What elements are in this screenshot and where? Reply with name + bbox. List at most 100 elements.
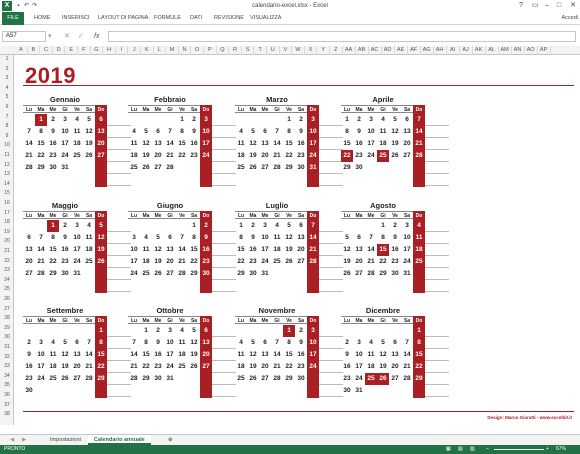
tab-view[interactable]: VISUALIZZA [246, 12, 285, 25]
calendar-day[interactable]: 18 [377, 138, 389, 150]
calendar-day[interactable]: 10 [307, 337, 319, 349]
calendar-day[interactable]: 21 [271, 361, 283, 373]
calendar-day[interactable]: 28 [307, 256, 319, 268]
calendar-day[interactable]: 23 [23, 373, 35, 385]
cancel-icon[interactable]: ✕ [64, 31, 70, 42]
calendar-day[interactable]: 16 [152, 349, 164, 361]
calendar-day[interactable]: 30 [59, 268, 71, 280]
calendar-day[interactable]: 16 [247, 244, 259, 256]
tab-formulas[interactable]: FORMULE [150, 12, 185, 25]
calendar-day[interactable]: 24 [35, 373, 47, 385]
calendar-day[interactable]: 17 [353, 361, 365, 373]
calendar-day[interactable]: 13 [401, 126, 413, 138]
column-header[interactable]: AH [434, 46, 447, 55]
calendar-day[interactable]: 29 [95, 373, 107, 385]
calendar-day[interactable]: 17 [307, 138, 319, 150]
calendar-day[interactable]: 8 [377, 232, 389, 244]
calendar-day[interactable]: 6 [23, 232, 35, 244]
calendar-day[interactable]: 7 [271, 126, 283, 138]
calendar-day[interactable]: 8 [341, 126, 353, 138]
calendar-day[interactable]: 4 [83, 220, 95, 232]
calendar-day[interactable]: 16 [188, 138, 200, 150]
calendar-day[interactable]: 23 [295, 361, 307, 373]
zoom-slider[interactable] [494, 449, 544, 450]
calendar-day[interactable]: 30 [247, 268, 259, 280]
calendar-day[interactable]: 10 [164, 337, 176, 349]
tab-page-layout[interactable]: LAYOUT DI PAGINA [94, 12, 152, 25]
calendar-day[interactable]: 22 [95, 361, 107, 373]
row-header[interactable]: 29 [0, 324, 14, 334]
row-header[interactable]: 13 [0, 170, 14, 180]
calendar-day[interactable]: 14 [23, 138, 35, 150]
calendar-day[interactable]: 9 [295, 126, 307, 138]
column-header[interactable]: P [204, 46, 217, 55]
calendar-day[interactable]: 31 [401, 268, 413, 280]
row-header[interactable]: 5 [0, 93, 14, 103]
calendar-day[interactable]: 7 [164, 126, 176, 138]
row-header[interactable]: 36 [0, 391, 14, 401]
calendar-day[interactable]: 31 [353, 385, 365, 397]
calendar-day[interactable]: 11 [140, 244, 152, 256]
calendar-day[interactable]: 18 [235, 361, 247, 373]
calendar-day[interactable]: 25 [140, 268, 152, 280]
column-header[interactable]: C [40, 46, 53, 55]
calendar-day[interactable]: 25 [47, 373, 59, 385]
column-header[interactable]: W [292, 46, 305, 55]
row-header[interactable]: 16 [0, 199, 14, 209]
calendar-day[interactable]: 3 [164, 325, 176, 337]
calendar-day[interactable]: 9 [353, 126, 365, 138]
undo-icon[interactable]: ↶ [23, 2, 30, 10]
calendar-day[interactable]: 20 [200, 349, 212, 361]
calendar-day[interactable]: 7 [365, 232, 377, 244]
calendar-day[interactable]: 3 [365, 114, 377, 126]
calendar-day[interactable]: 2 [247, 220, 259, 232]
calendar-day[interactable]: 1 [140, 325, 152, 337]
row-header[interactable]: 25 [0, 285, 14, 295]
calendar-day[interactable]: 25 [413, 256, 425, 268]
calendar-day[interactable]: 13 [200, 337, 212, 349]
name-box-dropdown-icon[interactable]: ▾ [48, 31, 52, 42]
calendar-day[interactable]: 20 [389, 361, 401, 373]
calendar-day[interactable]: 19 [59, 361, 71, 373]
column-header[interactable]: F [78, 46, 91, 55]
calendar-day[interactable]: 11 [235, 349, 247, 361]
column-header[interactable]: AN [512, 46, 525, 55]
calendar-day[interactable]: 17 [307, 349, 319, 361]
calendar-day[interactable]: 13 [95, 126, 107, 138]
column-header[interactable]: AC [369, 46, 382, 55]
row-header[interactable]: 1 [0, 55, 14, 65]
calendar-day[interactable]: 11 [176, 337, 188, 349]
calendar-day[interactable]: 25 [71, 150, 83, 162]
row-header[interactable]: 23 [0, 266, 14, 276]
calendar-day[interactable]: 30 [353, 162, 365, 174]
calendar-day[interactable]: 20 [353, 256, 365, 268]
row-header[interactable]: 21 [0, 247, 14, 257]
calendar-day[interactable]: 12 [59, 349, 71, 361]
column-header[interactable]: Y [317, 46, 330, 55]
row-header[interactable]: 28 [0, 314, 14, 324]
help-icon[interactable]: ? [514, 0, 528, 12]
row-header[interactable]: 11 [0, 151, 14, 161]
calendar-day[interactable]: 7 [83, 337, 95, 349]
calendar-day[interactable]: 1 [47, 220, 59, 232]
column-header[interactable]: AM [499, 46, 512, 55]
calendar-day[interactable]: 6 [295, 220, 307, 232]
calendar-day[interactable]: 25 [83, 256, 95, 268]
calendar-day[interactable]: 22 [341, 150, 353, 162]
calendar-day[interactable]: 13 [295, 232, 307, 244]
calendar-day[interactable]: 1 [283, 325, 295, 337]
column-header[interactable]: AE [395, 46, 408, 55]
redo-icon[interactable]: ↷ [31, 2, 38, 10]
calendar-day[interactable]: 7 [176, 232, 188, 244]
calendar-day[interactable]: 21 [365, 256, 377, 268]
calendar-day[interactable]: 7 [307, 220, 319, 232]
calendar-day[interactable]: 27 [95, 150, 107, 162]
calendar-day[interactable]: 24 [307, 361, 319, 373]
calendar-day[interactable]: 1 [188, 220, 200, 232]
calendar-day[interactable]: 2 [47, 114, 59, 126]
column-header[interactable]: E [65, 46, 78, 55]
calendar-day[interactable]: 11 [235, 138, 247, 150]
column-header[interactable]: N [179, 46, 192, 55]
calendar-day[interactable]: 6 [71, 337, 83, 349]
calendar-day[interactable]: 15 [176, 138, 188, 150]
